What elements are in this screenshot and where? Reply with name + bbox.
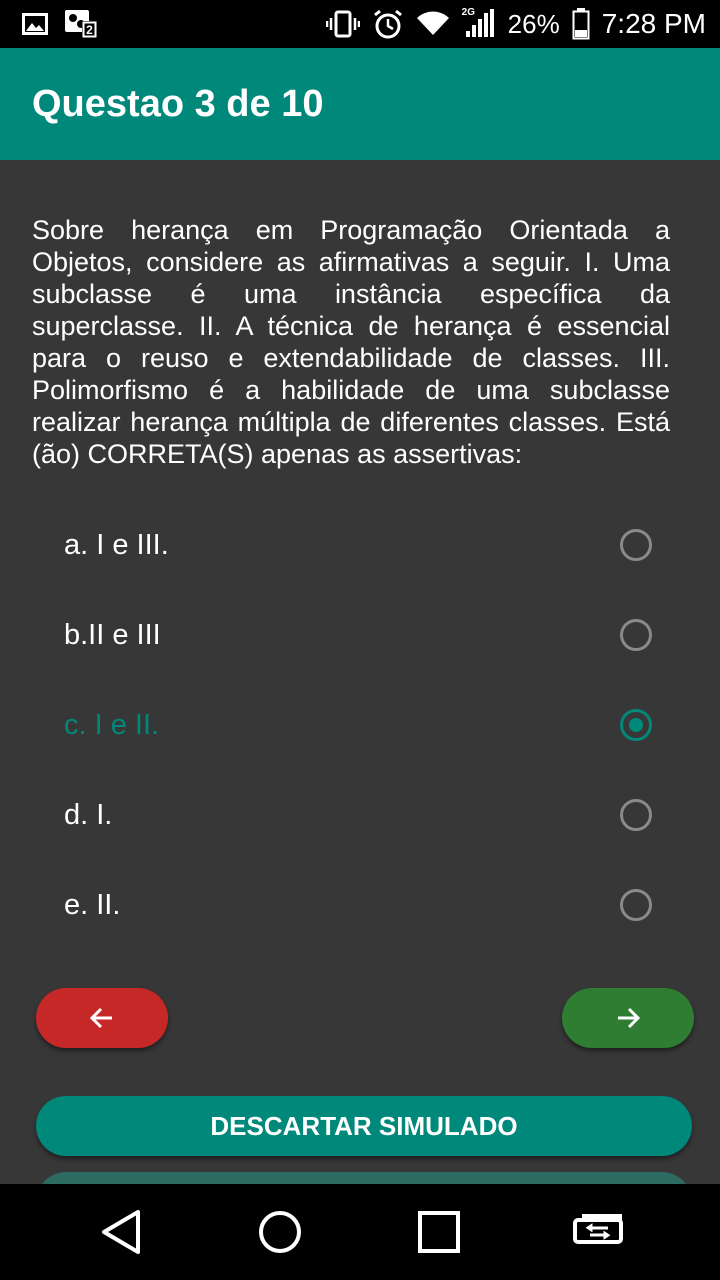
svg-text:2: 2 xyxy=(86,23,93,37)
option-label: e. II. xyxy=(64,888,121,921)
question-text: Sobre herança em Programação Orientada a… xyxy=(32,215,670,469)
app-bar: Questao 3 de 10 xyxy=(0,48,720,160)
previous-button[interactable] xyxy=(36,988,168,1048)
next-button[interactable] xyxy=(562,988,694,1048)
option-label: a. I e III. xyxy=(64,528,169,561)
switch-icon[interactable] xyxy=(572,1208,626,1256)
option-d[interactable]: d. I. xyxy=(0,770,720,860)
alarm-icon xyxy=(373,9,402,39)
option-c[interactable]: c. I e II. xyxy=(0,680,720,770)
clock: 7:28 PM xyxy=(601,8,706,39)
radio-dot xyxy=(629,718,643,732)
arrow-right-icon xyxy=(618,1007,641,1029)
battery-icon xyxy=(572,8,590,40)
wifi-icon xyxy=(416,11,449,35)
battery-percent: 26% xyxy=(507,8,560,39)
home-icon[interactable] xyxy=(257,1208,303,1256)
discard-simulation-button[interactable]: DESCARTAR SIMULADO xyxy=(36,1096,692,1156)
system-nav-bar xyxy=(0,1184,720,1280)
recents-icon[interactable] xyxy=(416,1208,462,1256)
radio-button[interactable] xyxy=(620,529,652,561)
arrow-left-icon xyxy=(89,1007,112,1029)
signal-group: 2G xyxy=(462,7,496,39)
option-label: b.II e III xyxy=(64,618,161,651)
page-title: Questao 3 de 10 xyxy=(32,82,324,125)
option-label: c. I e II. xyxy=(64,708,160,741)
status-right-group: 2G 26% 7:28 PM xyxy=(325,7,706,40)
discard-button-label: DESCARTAR SIMULADO xyxy=(210,1110,518,1141)
status-left-group: 2 xyxy=(22,9,98,39)
radio-button-checked[interactable] xyxy=(620,709,652,741)
status-bar: 2 2G 26% 7:28 PM xyxy=(0,0,720,48)
option-e[interactable]: e. II. xyxy=(0,860,720,950)
signal-2g-icon xyxy=(465,9,494,37)
radio-button[interactable] xyxy=(620,799,652,831)
answer-options: a. I e III. b.II e III c. I e II. d. I. … xyxy=(0,500,720,950)
vibrate-icon xyxy=(325,10,360,38)
back-icon[interactable] xyxy=(100,1208,144,1256)
radio-button[interactable] xyxy=(620,889,652,921)
sim-2-icon: 2 xyxy=(65,10,97,38)
radio-button[interactable] xyxy=(620,619,652,651)
option-label: d. I. xyxy=(64,798,113,831)
option-a[interactable]: a. I e III. xyxy=(0,500,720,590)
image-icon xyxy=(22,13,48,35)
option-b[interactable]: b.II e III xyxy=(0,590,720,680)
